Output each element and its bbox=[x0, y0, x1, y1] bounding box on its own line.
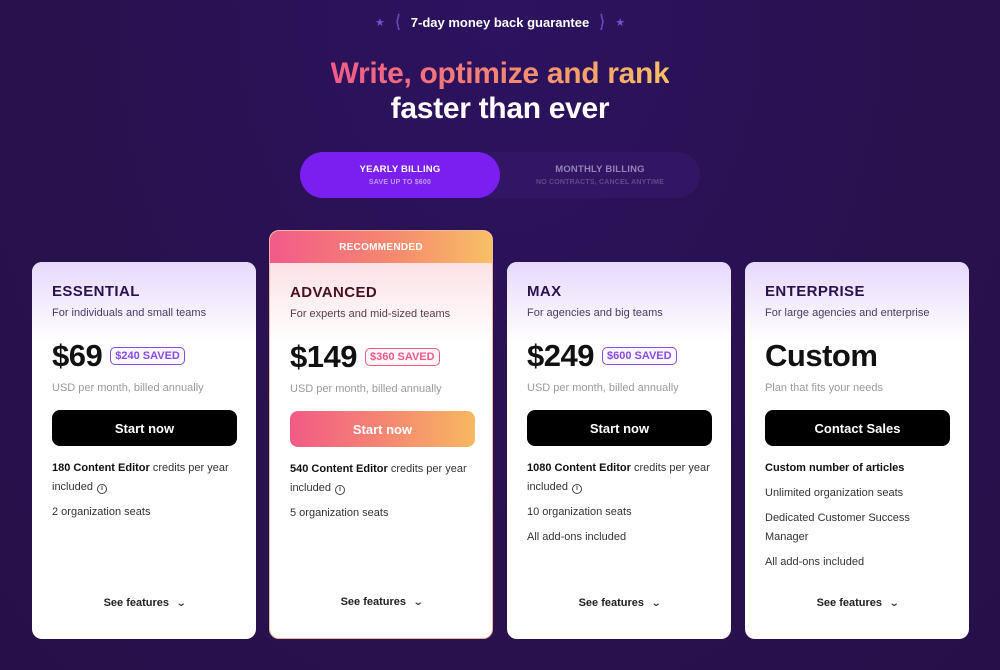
price-row: Custom bbox=[765, 338, 878, 374]
plan-card-enterprise: ENTERPRISE For large agencies and enterp… bbox=[745, 262, 969, 639]
plan-description: For experts and mid-sized teams bbox=[290, 308, 451, 320]
chevron-down-icon: ⌄ bbox=[412, 596, 424, 608]
plan-name: ADVANCED bbox=[290, 284, 378, 301]
plan-name: ENTERPRISE bbox=[765, 283, 865, 300]
plan-card-essential: ESSENTIAL For individuals and small team… bbox=[32, 262, 256, 639]
feature-bold: 180 Content Editor bbox=[52, 462, 150, 474]
feature-bold: 1080 Content Editor bbox=[527, 462, 631, 474]
chevron-down-icon: ⌄ bbox=[888, 597, 900, 609]
plan-price: $69 bbox=[52, 338, 103, 373]
monthly-billing-option[interactable]: MONTHLY BILLING NO CONTRACTS, CANCEL ANY… bbox=[500, 152, 700, 198]
feature-item: 540 Content Editor credits per year incl… bbox=[290, 460, 473, 498]
billing-toggle: YEARLY BILLING SAVE UP TO $600 MONTHLY B… bbox=[300, 152, 700, 198]
start-now-button[interactable]: Start now bbox=[527, 410, 712, 446]
plan-price: $149 bbox=[290, 339, 357, 374]
price-row: $69 $240 SAVED bbox=[52, 338, 185, 374]
feature-item: 2 organization seats bbox=[52, 506, 151, 518]
price-note: USD per month, billed annually bbox=[52, 382, 204, 394]
plan-name: ESSENTIAL bbox=[52, 283, 140, 300]
feature-bold: 540 Content Editor bbox=[290, 463, 388, 475]
saved-badge: $600 SAVED bbox=[601, 347, 677, 365]
feature-item: 180 Content Editor credits per year incl… bbox=[52, 459, 237, 497]
info-icon[interactable]: i bbox=[334, 485, 345, 495]
guarantee-banner: ★ ⟨ 7-day money back guarantee ⟩ ★ bbox=[0, 10, 1000, 32]
headline-line2: faster than ever bbox=[390, 92, 610, 125]
info-icon[interactable]: i bbox=[96, 484, 107, 494]
plan-description: For large agencies and enterprise bbox=[765, 307, 930, 319]
feature-list: 180 Content Editor credits per year incl… bbox=[52, 459, 237, 528]
see-features-label: See features bbox=[816, 597, 883, 609]
price-note: USD per month, billed annually bbox=[290, 383, 442, 395]
feature-item: 10 organization seats bbox=[527, 506, 632, 518]
monthly-billing-title: MONTHLY BILLING bbox=[555, 164, 645, 175]
info-icon[interactable]: i bbox=[571, 484, 582, 494]
laurel-left-icon: ⟨ bbox=[394, 10, 401, 32]
chevron-down-icon: ⌄ bbox=[650, 597, 662, 609]
headline-line1: Write, optimize and rank bbox=[330, 57, 670, 90]
saved-badge: $240 SAVED bbox=[110, 347, 185, 365]
feature-item: Unlimited organization seats bbox=[765, 487, 904, 499]
laurel-right-icon: ⟩ bbox=[599, 10, 606, 32]
feature-item: All add-ons included bbox=[765, 556, 865, 568]
yearly-billing-subtitle: SAVE UP TO $600 bbox=[368, 179, 432, 186]
page-headline: Write, optimize and rank faster than eve… bbox=[0, 56, 1000, 126]
price-row: $249 $600 SAVED bbox=[527, 338, 677, 374]
see-features-label: See features bbox=[340, 596, 407, 608]
see-features-toggle[interactable]: See features ⌄ bbox=[290, 596, 473, 608]
feature-item: Dedicated Customer Success Manager bbox=[765, 512, 910, 543]
plan-card-max: MAX For agencies and big teams $249 $600… bbox=[507, 262, 731, 639]
feature-list: 540 Content Editor credits per year incl… bbox=[290, 460, 473, 529]
yearly-billing-title: YEARLY BILLING bbox=[359, 164, 441, 175]
chevron-down-icon: ⌄ bbox=[175, 597, 187, 609]
yearly-billing-option[interactable]: YEARLY BILLING SAVE UP TO $600 bbox=[300, 152, 500, 198]
recommended-banner: RECOMMENDED bbox=[270, 231, 492, 263]
plan-price: Custom bbox=[765, 338, 878, 373]
price-note: Plan that fits your needs bbox=[765, 382, 884, 394]
star-icon: ★ bbox=[615, 16, 626, 29]
star-icon: ★ bbox=[374, 16, 385, 29]
feature-list: 1080 Content Editor credits per year inc… bbox=[527, 459, 712, 553]
plan-name: MAX bbox=[527, 283, 562, 300]
feature-item: Custom number of articles bbox=[765, 462, 905, 474]
price-note: USD per month, billed annually bbox=[527, 382, 679, 394]
plan-description: For individuals and small teams bbox=[52, 307, 207, 319]
see-features-label: See features bbox=[578, 597, 645, 609]
see-features-toggle[interactable]: See features ⌄ bbox=[527, 597, 712, 609]
feature-item: 1080 Content Editor credits per year inc… bbox=[527, 459, 712, 497]
feature-item: All add-ons included bbox=[527, 531, 627, 543]
plan-price: $249 bbox=[527, 338, 594, 373]
see-features-toggle[interactable]: See features ⌄ bbox=[52, 597, 237, 609]
plan-description: For agencies and big teams bbox=[527, 307, 663, 319]
contact-sales-button[interactable]: Contact Sales bbox=[765, 410, 950, 446]
start-now-button[interactable]: Start now bbox=[290, 411, 475, 447]
feature-list: Custom number of articles Unlimited orga… bbox=[765, 459, 950, 578]
see-features-toggle[interactable]: See features ⌄ bbox=[765, 597, 950, 609]
feature-item: 5 organization seats bbox=[290, 507, 389, 519]
saved-badge: $360 SAVED bbox=[364, 348, 440, 366]
see-features-label: See features bbox=[103, 597, 170, 609]
price-row: $149 $360 SAVED bbox=[290, 339, 440, 375]
monthly-billing-subtitle: NO CONTRACTS, CANCEL ANYTIME bbox=[535, 179, 665, 186]
guarantee-text: 7-day money back guarantee bbox=[410, 14, 590, 30]
plan-card-advanced: RECOMMENDED ADVANCED For experts and mid… bbox=[269, 230, 493, 639]
start-now-button[interactable]: Start now bbox=[52, 410, 237, 446]
